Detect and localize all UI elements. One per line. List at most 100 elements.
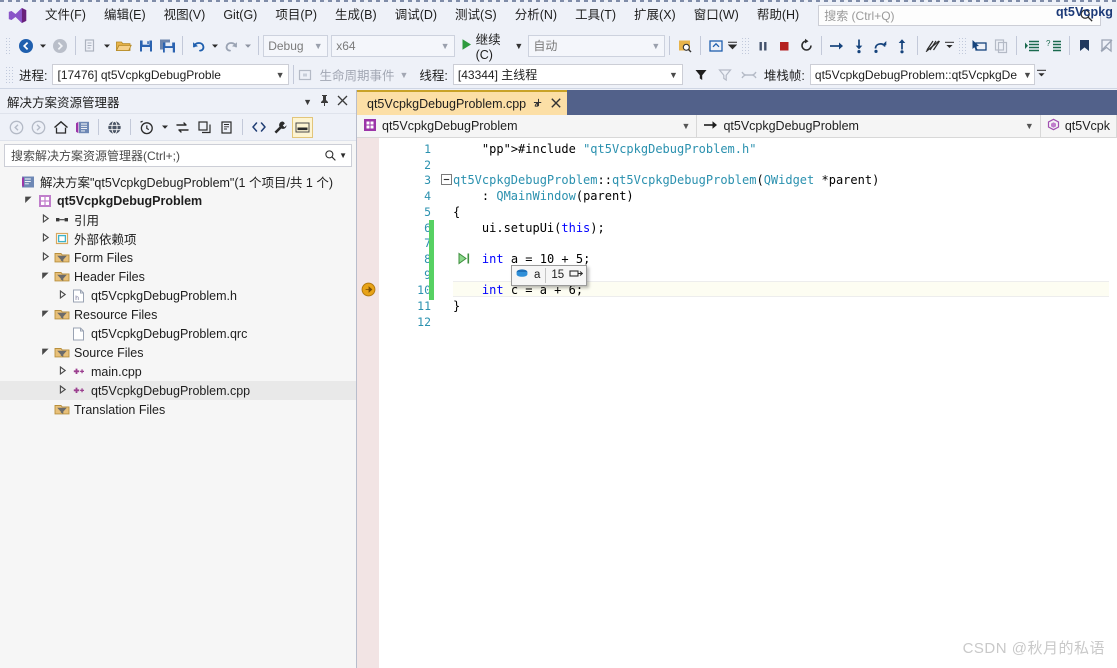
editor-tab-active[interactable]: qt5VcpkgDebugProblem.cpp [357,90,568,115]
twisty-icon[interactable] [55,289,70,301]
solution-configuration-combo[interactable]: Debug ▼ [263,34,328,57]
debug-toolbar-overflow[interactable] [1035,63,1048,87]
filter-icon[interactable] [689,63,713,87]
code-line[interactable]: qt5VcpkgDebugProblem::qt5VcpkgDebugProbl… [453,172,879,188]
nav-back-icon[interactable] [6,117,27,138]
open-folder-icon[interactable] [113,34,135,58]
menu-item-window[interactable]: 窗口(W) [685,3,748,27]
new-file-dropdown[interactable] [101,34,113,58]
live-share-icon[interactable] [705,34,727,58]
step-into-icon[interactable] [848,34,870,58]
find-in-files-icon[interactable] [674,34,696,58]
solution-explorer-icon[interactable] [72,117,93,138]
solution-explorer-search[interactable]: ▼ [4,144,352,167]
stackframe-combo[interactable]: qt5VcpkgDebugProblem::qt5VcpkgDe ▼ [809,64,1035,85]
code-line[interactable]: : QMainWindow(parent) [453,188,634,204]
pin-to-source-icon[interactable] [569,268,584,282]
collapse-all-icon[interactable] [194,117,215,138]
tree-item[interactable]: h qt5VcpkgDebugProblem.h [0,286,356,305]
menu-item-test[interactable]: 测试(S) [446,3,506,27]
twisty-icon[interactable] [38,251,53,263]
step-out-icon[interactable] [891,34,913,58]
redo-icon[interactable] [221,34,243,58]
navigate-back-icon[interactable] [15,34,37,58]
close-icon[interactable] [551,97,561,111]
menu-item-extensions[interactable]: 扩展(X) [625,3,685,27]
tree-item[interactable]: main.cpp [0,362,356,381]
tree-item[interactable]: Resource Files [0,305,356,324]
menu-item-view[interactable]: 视图(V) [155,3,215,27]
thread-combo[interactable]: [43344] 主线程 ▼ [452,64,683,85]
copy-icon[interactable] [990,34,1012,58]
collapse-minus-icon[interactable] [441,174,452,188]
show-all-files-icon[interactable] [248,117,269,138]
twisty-icon[interactable] [21,195,36,206]
menu-item-tools[interactable]: 工具(T) [566,3,625,27]
toolbar-grip[interactable] [741,36,749,55]
chevron-down-icon[interactable]: ▼ [339,151,347,160]
hot-reload-icon[interactable] [922,34,944,58]
save-all-icon[interactable] [157,34,179,58]
twisty-icon[interactable] [55,384,70,396]
live-share-dropdown[interactable] [727,34,739,58]
code-line[interactable] [453,267,460,283]
code-line[interactable] [453,235,460,251]
process-combo[interactable]: [17476] qt5VcpkgDebugProble ▼ [52,64,290,85]
solution-platform-combo[interactable]: x64 ▼ [331,34,455,57]
sync-icon[interactable] [172,117,193,138]
twisty-icon[interactable] [55,365,70,377]
toolbar-grip[interactable] [958,36,966,55]
undo-dropdown[interactable] [209,34,221,58]
undo-icon[interactable] [187,34,209,58]
navbar-project-combo[interactable]: qt5VcpkgDebugProblem ▼ [357,114,698,138]
step-return-icon[interactable] [826,34,848,58]
settings-icon[interactable] [270,117,291,138]
close-icon[interactable] [337,95,348,109]
code-line[interactable]: } [453,298,460,314]
twisty-icon[interactable] [38,213,53,225]
stop-icon[interactable] [773,34,795,58]
tree-item[interactable]: Translation Files [0,400,356,419]
twisty-icon[interactable] [38,232,53,244]
code-line[interactable] [453,314,460,330]
breakpoint-current-icon[interactable] [361,282,376,300]
navigate-forward-icon[interactable] [49,34,71,58]
code-text[interactable]: "pp">#include "qt5VcpkgDebugProblem.h" q… [357,138,1117,668]
tree-item[interactable]: qt5VcpkgDebugProblem [0,191,356,210]
comment-icon[interactable]: ? [1043,34,1065,58]
code-line[interactable]: "pp">#include "qt5VcpkgDebugProblem.h" [453,141,757,157]
global-icon[interactable] [104,117,125,138]
restart-icon[interactable] [795,34,817,58]
menu-item-debug[interactable]: 调试(D) [386,3,446,27]
indent-icon[interactable] [1021,34,1043,58]
twisty-icon[interactable] [38,271,53,282]
bookmark-icon[interactable] [1074,34,1096,58]
select-element-icon[interactable] [969,34,991,58]
pending-changes-icon[interactable] [136,117,157,138]
tree-item[interactable]: 解决方案"qt5VcpkgDebugProblem"(1 个项目/共 1 个) [0,172,356,191]
threads-icon[interactable] [737,63,761,87]
code-editor-surface[interactable]: 1 2 3 4 5 6 7 8 9 10 11 12 "pp">#include "qt5VcpkgD… [357,138,1117,668]
tree-item[interactable]: 引用 [0,210,356,229]
menu-item-help[interactable]: 帮助(H) [748,3,808,27]
pause-icon[interactable] [752,34,774,58]
code-line[interactable]: { [453,204,460,220]
properties-icon[interactable] [216,117,237,138]
pin-icon[interactable] [533,97,544,111]
menu-item-build[interactable]: 生成(B) [326,3,386,27]
attach-target-combo[interactable]: 自动 ▼ [528,34,666,57]
toolbar-grip[interactable] [5,65,13,84]
tree-item[interactable]: Header Files [0,267,356,286]
bookmark-clear-icon[interactable] [1095,34,1117,58]
toolbar-grip[interactable] [5,36,13,55]
filter-clear-icon[interactable] [713,63,737,87]
menu-item-analyze[interactable]: 分析(N) [506,3,566,27]
new-file-icon[interactable] [79,34,101,58]
solution-search-input[interactable] [9,147,325,164]
chevron-down-icon[interactable]: ▼ [303,97,312,107]
debugger-datatip[interactable]: a 15 [511,264,588,286]
twisty-icon[interactable] [38,309,53,320]
step-over-icon[interactable] [869,34,891,58]
twisty-icon[interactable] [38,347,53,358]
code-line[interactable] [453,157,460,173]
